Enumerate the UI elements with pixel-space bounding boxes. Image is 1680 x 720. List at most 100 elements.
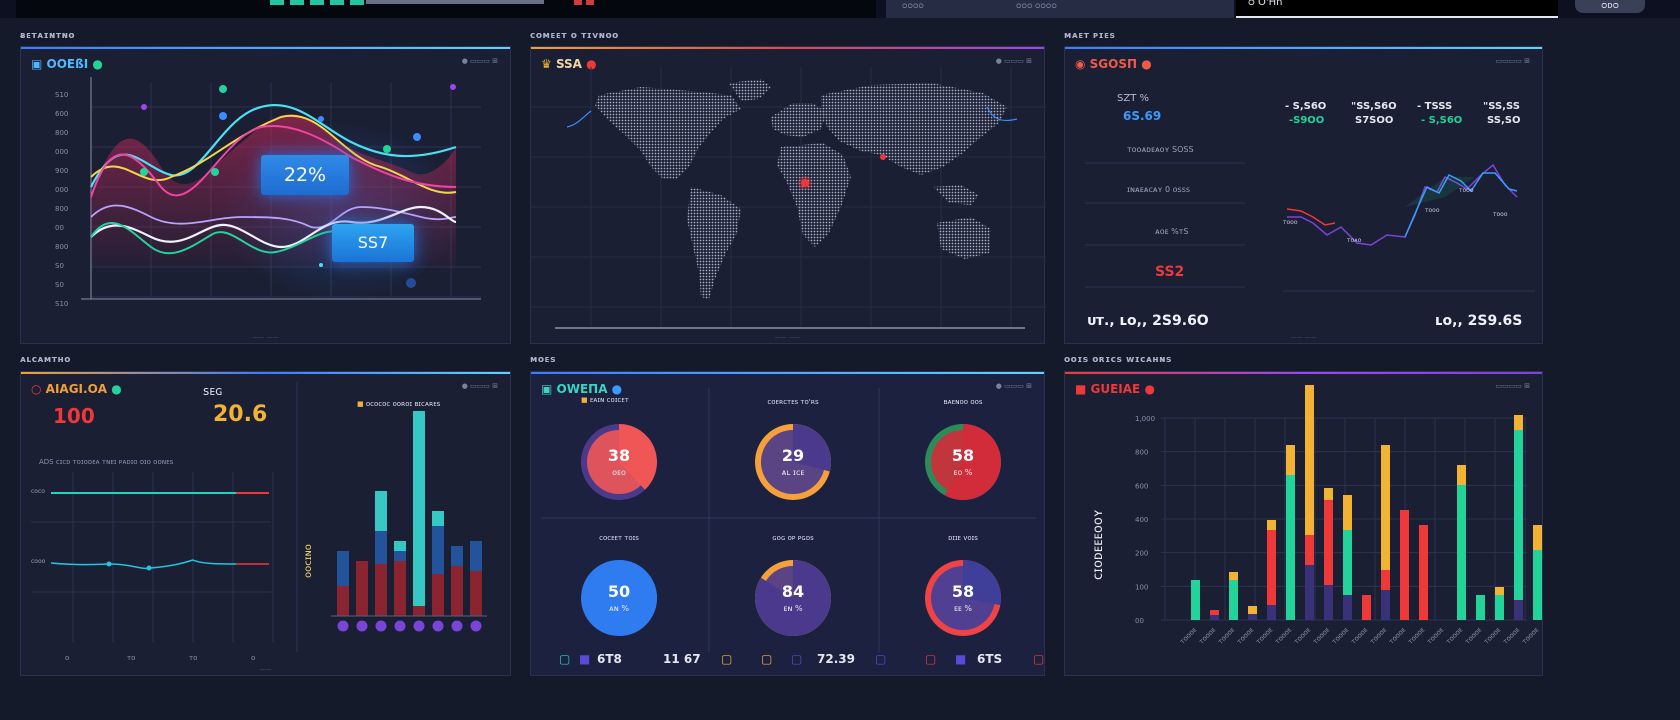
data-point[interactable]	[318, 116, 324, 122]
data-point[interactable]	[406, 278, 416, 288]
stack-segment-yellow[interactable]	[1457, 465, 1466, 485]
stack-segment-yellow[interactable]	[1533, 525, 1542, 550]
stack-segment-yellow[interactable]	[1343, 495, 1352, 530]
x-tick-label: ᴛᴏᴏᴏᴇ	[1311, 625, 1331, 645]
stack-segment-yellow[interactable]	[1229, 572, 1238, 580]
stack-segment-green[interactable]	[1286, 475, 1295, 620]
x-tick-label: ᴛᴏᴏᴏᴇ	[1292, 625, 1312, 645]
marker-point[interactable]	[219, 85, 227, 93]
square-icon: ■	[955, 652, 967, 666]
stack-segment-yellow[interactable]	[1514, 415, 1523, 430]
gauge-value: 84	[781, 582, 805, 601]
y-tick-label: S0	[55, 281, 64, 289]
marker-point[interactable]	[450, 84, 456, 90]
bar-segment-red[interactable]	[337, 586, 349, 616]
data-point[interactable]	[146, 565, 152, 571]
stack-segment-purple[interactable]	[1248, 614, 1257, 620]
data-point[interactable]	[219, 112, 227, 120]
data-point[interactable]	[106, 561, 112, 567]
stack-segment-green[interactable]	[1514, 430, 1523, 600]
bar-segment-cyan[interactable]	[394, 541, 406, 551]
stack-segment-purple[interactable]	[1305, 565, 1314, 620]
bar-segment-blue[interactable]	[375, 531, 387, 564]
stack-segment-yellow[interactable]	[1381, 445, 1390, 570]
gauges-footer-3: 72.39	[817, 652, 855, 666]
stack-segment-purple[interactable]	[1210, 615, 1219, 620]
x-tick-label: ᴛᴏᴏᴏᴇ	[1444, 625, 1464, 645]
data-point[interactable]	[211, 168, 219, 176]
bar-segment-cyan[interactable]	[413, 411, 425, 606]
stack-segment-purple[interactable]	[1324, 585, 1333, 620]
stack-segment-green[interactable]	[1191, 580, 1200, 620]
stack-segment-red[interactable]	[1400, 510, 1409, 620]
bar-marker[interactable]	[432, 620, 444, 632]
bar-segment-red[interactable]	[356, 561, 368, 616]
bar-marker[interactable]	[394, 620, 406, 632]
stack-segment-red[interactable]	[1419, 525, 1428, 620]
x-tick-label: ᴛᴏᴏᴏᴇ	[1501, 625, 1521, 645]
bar-marker[interactable]	[356, 620, 368, 632]
stack-segment-green[interactable]	[1229, 580, 1238, 620]
tooltip-badge-1[interactable]: 22%	[261, 155, 349, 195]
stack-segment-green[interactable]	[1533, 550, 1542, 620]
bar-marker[interactable]	[470, 620, 482, 632]
bar-axis-label: ᴏᴏᴄɪɴᴏ	[303, 544, 314, 578]
gauge-sub: ᴏᴇᴏ	[612, 468, 626, 477]
data-point[interactable]	[140, 168, 148, 176]
stack-segment-green[interactable]	[1457, 485, 1466, 620]
stack-segment-purple[interactable]	[1514, 600, 1523, 620]
stack-segment-purple[interactable]	[1381, 590, 1390, 620]
stack-segment-green[interactable]	[1495, 595, 1504, 620]
bar-segment-red[interactable]	[451, 566, 463, 616]
gauge-sub: ᴇᴇ %	[954, 604, 972, 613]
sparkline-label: ᴛᴏᴏᴏ	[1425, 207, 1440, 214]
stat-col-bottom: -S9OO	[1289, 115, 1325, 126]
bar-segment-blue[interactable]	[432, 526, 444, 574]
stack-segment-green[interactable]	[1343, 530, 1352, 595]
data-point[interactable]	[413, 133, 421, 141]
map-hotspot[interactable]	[880, 154, 886, 160]
stack-segment-red[interactable]	[1305, 535, 1314, 565]
bar-segment-blue[interactable]	[470, 541, 482, 571]
stack-segment-purple[interactable]	[1267, 605, 1276, 620]
bar-segment-cyan[interactable]	[432, 511, 444, 526]
bar-segment-red[interactable]	[375, 564, 387, 616]
bar-segment-cyan[interactable]	[375, 491, 387, 531]
bar-segment-red[interactable]	[432, 574, 444, 616]
stack-segment-red[interactable]	[1267, 530, 1276, 605]
header-button[interactable]: ᴑᴅᴑ	[1575, 0, 1645, 13]
gauges-footer-1: 6T8	[597, 652, 622, 666]
stack-segment-red[interactable]	[1381, 570, 1390, 590]
bar-segment-red[interactable]	[413, 606, 425, 616]
data-point[interactable]	[319, 263, 323, 267]
top-bar-left	[16, 0, 876, 18]
y-tick-labels: 1,000 800 600 400 200 100 00	[1135, 415, 1155, 625]
stack-segment-red[interactable]	[1324, 500, 1333, 585]
bar-segment-blue[interactable]	[394, 551, 406, 561]
square-icon: ▢	[559, 652, 571, 666]
tooltip-badge-2[interactable]: SS7	[332, 224, 414, 262]
bar-marker[interactable]	[375, 620, 387, 632]
stack-segment-green[interactable]	[1476, 595, 1485, 620]
stack-segment-yellow[interactable]	[1305, 385, 1314, 535]
north-america	[595, 87, 741, 179]
data-point[interactable]	[383, 145, 391, 153]
bar-segment-blue[interactable]	[337, 551, 349, 586]
search-field[interactable]: ᴑ O'Hn	[1236, 0, 1558, 18]
bar-marker[interactable]	[451, 620, 463, 632]
bar-marker[interactable]	[413, 620, 425, 632]
square-icon: ■	[579, 652, 591, 666]
marker-point[interactable]	[141, 104, 147, 110]
stack-segment-yellow[interactable]	[1324, 488, 1333, 500]
bar-marker[interactable]	[337, 620, 349, 632]
bar-segment-red[interactable]	[394, 561, 406, 616]
stack-segment-yellow[interactable]	[1248, 606, 1257, 614]
stack-segment-red[interactable]	[1362, 595, 1371, 620]
stack-segment-red[interactable]	[1210, 610, 1219, 615]
stack-segment-yellow[interactable]	[1267, 520, 1276, 530]
stack-segment-yellow[interactable]	[1495, 587, 1504, 595]
stack-segment-purple[interactable]	[1343, 595, 1352, 620]
bar-segment-blue[interactable]	[451, 546, 463, 566]
stack-segment-yellow[interactable]	[1286, 445, 1295, 475]
bar-segment-red[interactable]	[470, 571, 482, 616]
